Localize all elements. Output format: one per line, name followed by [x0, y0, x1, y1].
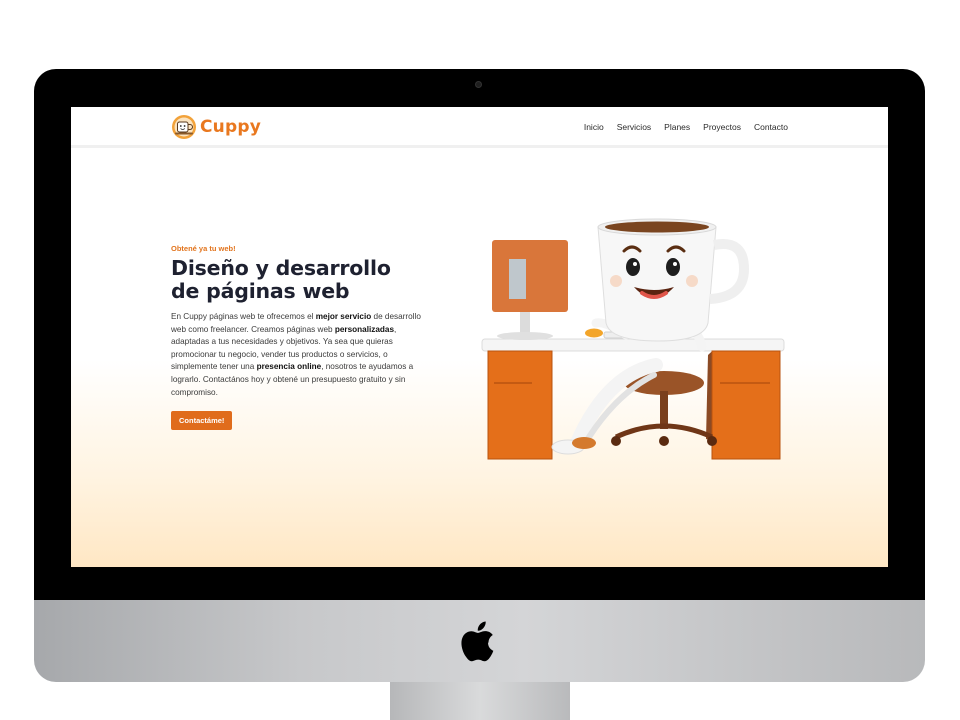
desc-text: En Cuppy páginas web te ofrecemos el	[171, 312, 316, 321]
hero-title-line1: Diseño y desarrollo	[171, 256, 391, 280]
site-header: Cuppy Inicio Servicios Planes Proyectos …	[71, 107, 888, 148]
nav-link-contacto[interactable]: Contacto	[754, 122, 788, 132]
website-screen: Cuppy Inicio Servicios Planes Proyectos …	[71, 107, 888, 567]
nav-link-proyectos[interactable]: Proyectos	[703, 122, 741, 132]
nav-link-planes[interactable]: Planes	[664, 122, 690, 132]
cuppy-logo-icon	[172, 115, 196, 139]
desc-bold: mejor servicio	[315, 312, 372, 321]
desc-bold: presencia online	[256, 362, 322, 372]
nav-link-inicio[interactable]: Inicio	[584, 122, 604, 132]
brand[interactable]: Cuppy	[171, 114, 261, 140]
coffee-cup-mascot-illustration	[481, 218, 785, 460]
hero-title-line2: de páginas web	[171, 279, 350, 303]
main-nav: Inicio Servicios Planes Proyectos Contac…	[584, 122, 788, 132]
nav-link-servicios[interactable]: Servicios	[617, 122, 651, 132]
hero-eyebrow: Obtené ya tu web!	[171, 244, 236, 253]
hero-title: Diseño y desarrollo de páginas web	[171, 257, 426, 303]
brand-name: Cuppy	[200, 117, 261, 137]
desc-bold: personalizadas	[334, 324, 394, 334]
hero-section: Obtené ya tu web! Diseño y desarrollo de…	[171, 244, 426, 431]
contact-button[interactable]: Contactáme!	[171, 411, 233, 431]
hero-description: En Cuppy páginas web te ofrecemos el mej…	[171, 311, 426, 399]
webcam-icon	[475, 81, 482, 88]
apple-logo-icon	[461, 621, 494, 662]
imac-stand	[390, 682, 570, 720]
